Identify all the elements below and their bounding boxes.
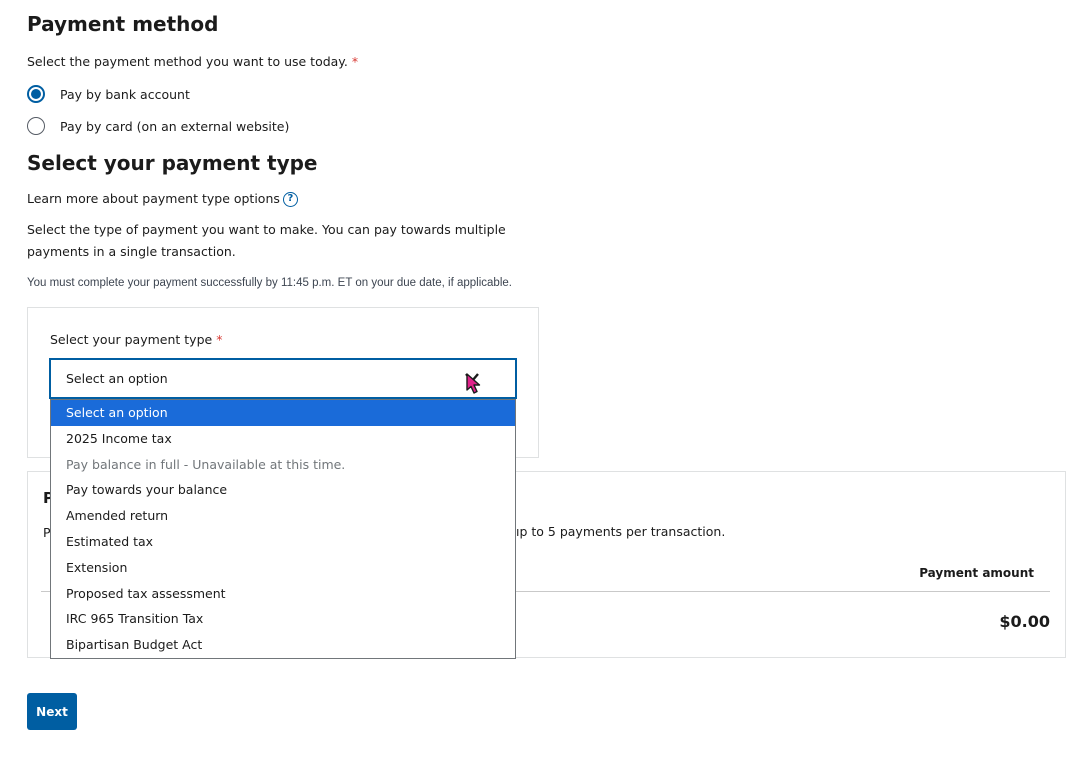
select-payment-type-label: Select your payment type *: [50, 332, 222, 347]
radio-checked-icon[interactable]: [27, 85, 45, 103]
learn-more-text: Learn more about payment type options: [27, 191, 280, 206]
select-label-text: Select your payment type: [50, 332, 213, 347]
payment-limit-note: ıp to 5 payments per transaction.: [516, 524, 726, 539]
required-mark: *: [351, 54, 359, 69]
dropdown-option[interactable]: Extension: [51, 555, 515, 581]
payment-method-instruction: Select the payment method you want to us…: [27, 54, 358, 69]
payment-type-dropdown[interactable]: Select an option 2025 Income tax Pay bal…: [50, 399, 516, 659]
dropdown-option-disabled: Pay balance in full - Unavailable at thi…: [66, 456, 346, 472]
dropdown-option[interactable]: Proposed tax assessment: [51, 581, 515, 607]
payment-method-heading: Payment method: [27, 12, 219, 36]
dropdown-option[interactable]: 2025 Income tax: [51, 426, 515, 452]
dropdown-option[interactable]: Pay towards your balance: [51, 477, 515, 503]
payment-type-description-line1: Select the type of payment you want to m…: [27, 222, 506, 237]
payment-type-description-line2: payments in a single transaction.: [27, 244, 236, 259]
instruction-text: Select the payment method you want to us…: [27, 54, 348, 69]
deadline-note: You must complete your payment successfu…: [27, 277, 512, 289]
learn-more-row: Learn more about payment type options?: [27, 191, 298, 207]
dropdown-option[interactable]: Select an option: [51, 400, 515, 426]
radio-label-bank: Pay by bank account: [60, 86, 190, 102]
dropdown-option[interactable]: IRC 965 Transition Tax: [51, 606, 515, 632]
required-mark: *: [216, 332, 223, 347]
payment-type-select[interactable]: Select an option: [49, 358, 517, 399]
radio-label-card: Pay by card (on an external website): [60, 118, 290, 134]
radio-pay-by-card[interactable]: Pay by card (on an external website): [27, 116, 289, 136]
question-circle-icon[interactable]: ?: [282, 192, 298, 207]
select-current-value: Select an option: [66, 371, 168, 386]
next-button[interactable]: Next: [27, 693, 77, 730]
radio-unchecked-icon[interactable]: [27, 117, 45, 135]
payment-type-heading: Select your payment type: [27, 151, 318, 175]
dropdown-option[interactable]: Bipartisan Budget Act: [51, 632, 515, 658]
payment-page: Payment method Select the payment method…: [0, 0, 1091, 759]
radio-pay-by-bank[interactable]: Pay by bank account: [27, 84, 190, 104]
mouse-cursor-icon: [466, 373, 481, 394]
dropdown-option[interactable]: Estimated tax: [51, 529, 515, 555]
dropdown-option[interactable]: Amended return: [51, 503, 515, 529]
payment-amount-total: $0.00: [999, 612, 1050, 631]
payment-amount-header: Payment amount: [919, 566, 1034, 580]
